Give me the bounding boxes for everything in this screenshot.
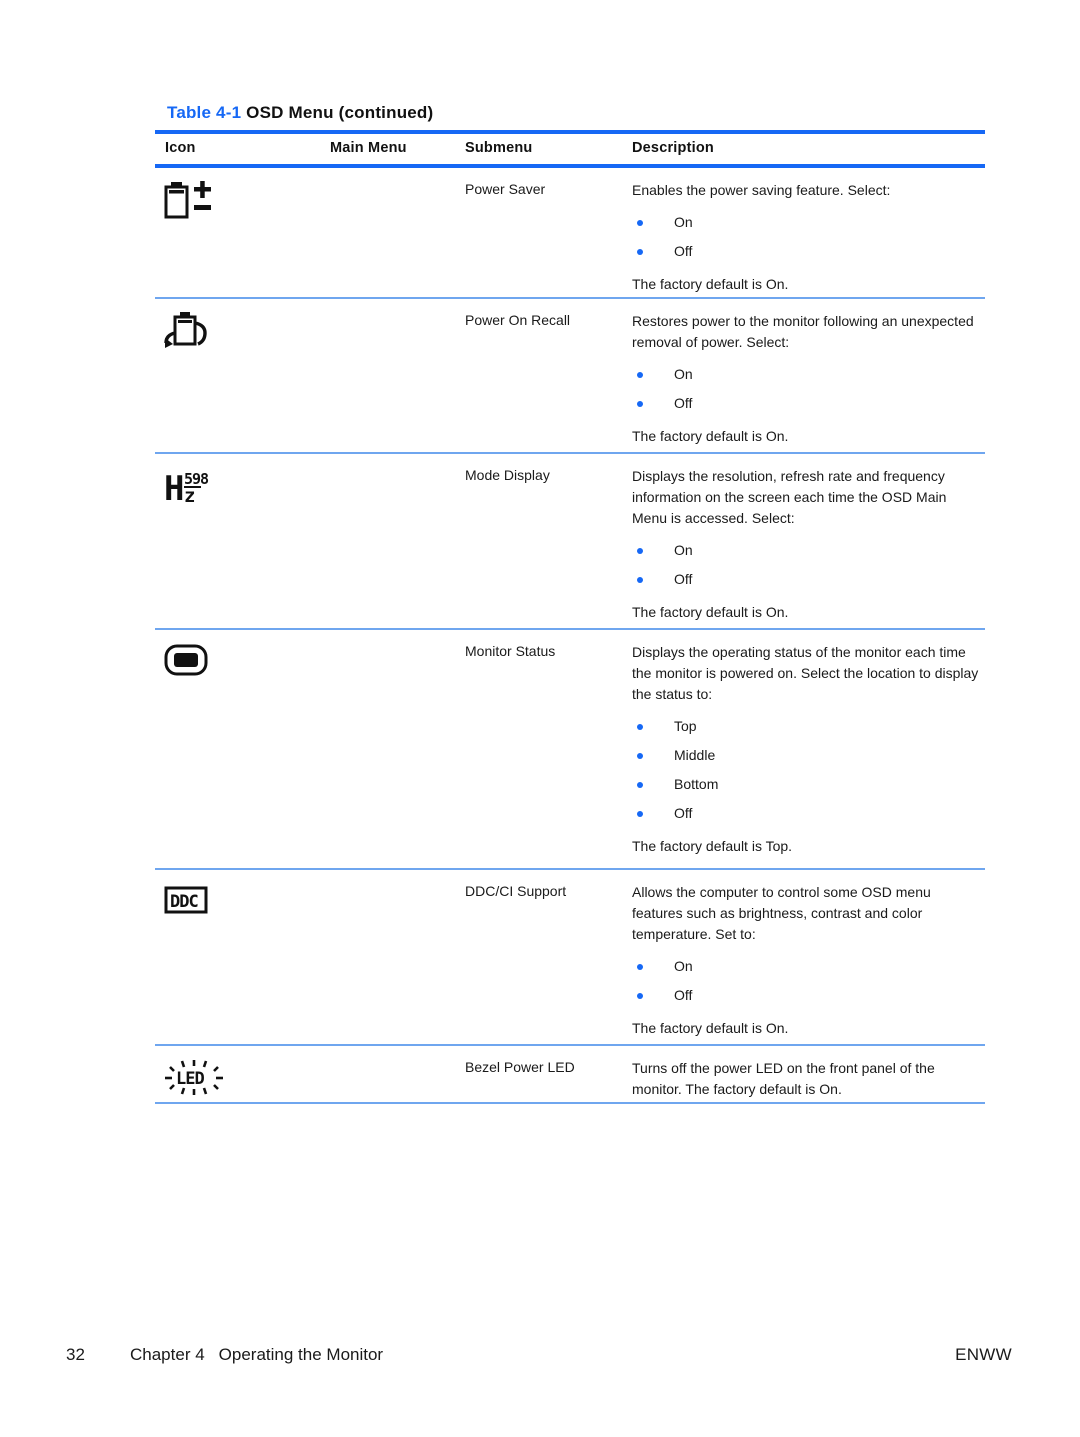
column-header-description: Description bbox=[632, 140, 714, 156]
submenu-label: DDC/CI Support bbox=[465, 883, 567, 899]
factory-default-text: The factory default is On. bbox=[632, 1020, 789, 1036]
list-item: On bbox=[632, 542, 980, 559]
description-text: Restores power to the monitor following … bbox=[632, 313, 974, 350]
description-text: Displays the operating status of the mon… bbox=[632, 644, 979, 702]
list-item: Middle bbox=[632, 747, 980, 764]
hz-frequency-icon: H 598 z bbox=[163, 466, 243, 512]
footer-right-label: ENWW bbox=[955, 1345, 1012, 1364]
submenu-label: Monitor Status bbox=[465, 643, 556, 659]
option-list: On Off bbox=[632, 214, 980, 260]
table-row: DDC DDC/CI Support Allows the computer t… bbox=[155, 870, 985, 1044]
footer-chapter-number: Chapter 4 bbox=[130, 1345, 205, 1364]
list-item: Off bbox=[632, 243, 980, 260]
factory-default-text: The factory default is On. bbox=[632, 604, 789, 620]
factory-default-text: The factory default is On. bbox=[632, 428, 789, 444]
list-item: Top bbox=[632, 718, 980, 735]
description-cell: Displays the operating status of the mon… bbox=[632, 642, 980, 857]
table-row: H 598 z Mode Display Displays the resolu… bbox=[155, 454, 985, 628]
description-cell: Enables the power saving feature. Select… bbox=[632, 180, 980, 295]
svg-text:H: H bbox=[164, 469, 184, 508]
list-item: Off bbox=[632, 571, 980, 588]
description-cell: Displays the resolution, refresh rate an… bbox=[632, 466, 980, 623]
description-text: Enables the power saving feature. Select… bbox=[632, 182, 891, 198]
column-header-main-menu: Main Menu bbox=[330, 140, 407, 156]
option-list: On Off bbox=[632, 366, 980, 412]
description-text: Allows the computer to control some OSD … bbox=[632, 884, 931, 942]
table-bottom-rule bbox=[155, 1102, 985, 1104]
description-cell: Restores power to the monitor following … bbox=[632, 311, 980, 447]
submenu-label: Power On Recall bbox=[465, 312, 571, 328]
battery-plus-minus-icon bbox=[163, 180, 243, 226]
submenu-label: Bezel Power LED bbox=[465, 1059, 575, 1075]
list-item: Off bbox=[632, 805, 980, 822]
list-item: On bbox=[632, 958, 980, 975]
document-page: Table 4-1 OSD Menu (continued) Icon Main… bbox=[0, 0, 1080, 1437]
description-text: Turns off the power LED on the front pan… bbox=[632, 1060, 935, 1097]
submenu-label: Power Saver bbox=[465, 181, 546, 197]
bezel-power-led-icon: LED bbox=[163, 1058, 243, 1104]
table-caption-label: Table 4-1 bbox=[167, 103, 242, 122]
option-list: Top Middle Bottom Off bbox=[632, 718, 980, 822]
svg-text:DDC: DDC bbox=[170, 892, 198, 912]
monitor-status-icon bbox=[163, 642, 243, 688]
battery-recall-arrow-icon bbox=[163, 311, 243, 357]
svg-text:LED: LED bbox=[176, 1069, 204, 1089]
page-number: 32 bbox=[66, 1345, 85, 1364]
list-item: Off bbox=[632, 395, 980, 412]
list-item: On bbox=[632, 214, 980, 231]
osd-menu-table: Icon Main Menu Submenu Description Power… bbox=[155, 130, 985, 1104]
list-item: On bbox=[632, 366, 980, 383]
description-cell: Turns off the power LED on the front pan… bbox=[632, 1058, 980, 1100]
table-row: Power On Recall Restores power to the mo… bbox=[155, 299, 985, 452]
description-cell: Allows the computer to control some OSD … bbox=[632, 882, 980, 1039]
column-header-submenu: Submenu bbox=[465, 140, 533, 156]
description-text: Displays the resolution, refresh rate an… bbox=[632, 468, 947, 526]
table-row: LED Bezel Power LED Turns off the power … bbox=[155, 1046, 985, 1102]
table-header-row: Icon Main Menu Submenu Description bbox=[155, 134, 985, 164]
option-list: On Off bbox=[632, 958, 980, 1004]
footer-chapter-title: Operating the Monitor bbox=[218, 1345, 384, 1364]
ddc-box-icon: DDC bbox=[163, 882, 243, 928]
submenu-label: Mode Display bbox=[465, 467, 550, 483]
footer-chapter: Chapter 4 Operating the Monitor bbox=[130, 1345, 383, 1365]
list-item: Off bbox=[632, 987, 980, 1004]
page-footer: 32 Chapter 4 Operating the Monitor ENWW bbox=[0, 1345, 1080, 1375]
list-item: Bottom bbox=[632, 776, 980, 793]
svg-text:z: z bbox=[184, 485, 195, 507]
factory-default-text: The factory default is On. bbox=[632, 276, 789, 292]
table-row: Power Saver Enables the power saving fea… bbox=[155, 168, 985, 297]
table-row: Monitor Status Displays the operating st… bbox=[155, 630, 985, 868]
table-caption: Table 4-1 OSD Menu (continued) bbox=[167, 103, 433, 123]
option-list: On Off bbox=[632, 542, 980, 588]
column-header-icon: Icon bbox=[165, 140, 196, 156]
table-caption-title: OSD Menu (continued) bbox=[246, 103, 434, 122]
factory-default-text: The factory default is Top. bbox=[632, 838, 793, 854]
